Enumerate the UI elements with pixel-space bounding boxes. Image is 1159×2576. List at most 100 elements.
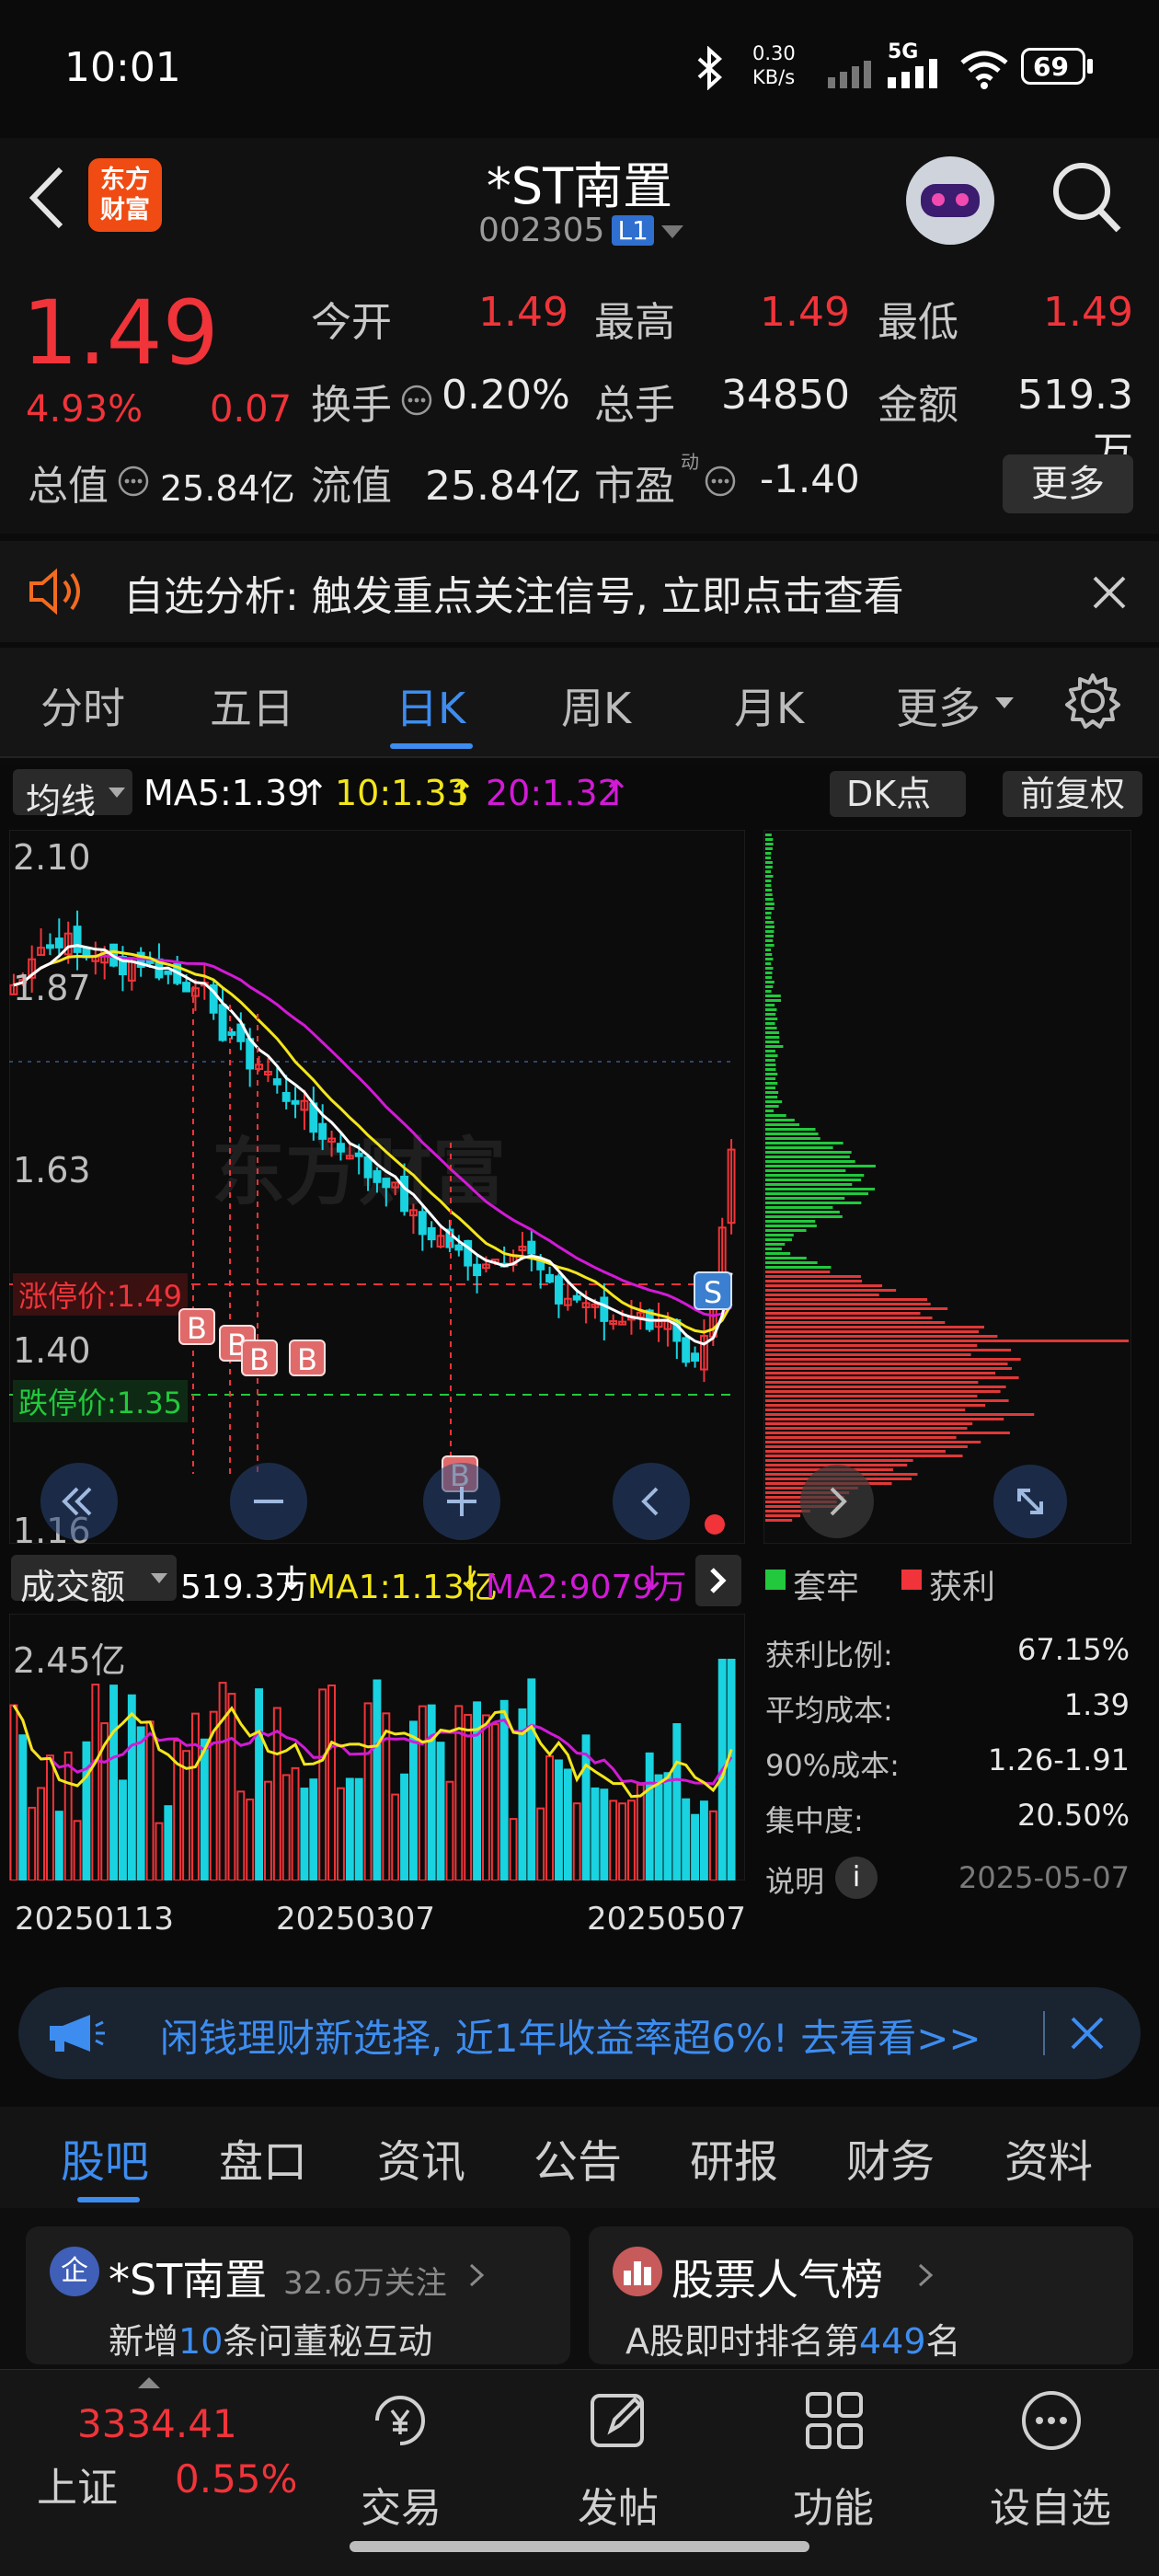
- level-badge: L1: [612, 215, 654, 246]
- tab-research[interactable]: 研报: [690, 2125, 778, 2190]
- ma5-legend: MA5:1.39: [143, 773, 310, 813]
- alert-banner[interactable]: 自选分析: 触发重点关注信号, 立即点击查看: [0, 541, 1159, 642]
- functions-grid-icon[interactable]: [802, 2388, 866, 2453]
- tab-profile[interactable]: 资料: [1004, 2125, 1093, 2190]
- scroll-right-button[interactable]: [800, 1465, 874, 1538]
- battery-tip: [1087, 59, 1093, 74]
- nav-post[interactable]: 发帖: [578, 2475, 659, 2534]
- post-edit-icon[interactable]: [587, 2388, 651, 2453]
- net-speed-value: 0.30: [752, 42, 796, 64]
- pe-superscript: 动: [681, 451, 699, 473]
- vol-ma1-arrow: ↓: [456, 1560, 485, 1598]
- megaphone-icon: [50, 2015, 105, 2052]
- index-change[interactable]: 0.55%: [175, 2456, 297, 2501]
- tab-announcements[interactable]: 公告: [534, 2125, 622, 2190]
- high-label: 最高: [594, 299, 675, 346]
- kline-chart-area: 均线 MA5:1.39 ↑ 10:1.33 ↑ 20:1.32 ↑ DK点 前复…: [0, 764, 1159, 1960]
- vol-ma2-arrow: ↓: [638, 1560, 667, 1598]
- indicator-select-label: 均线: [26, 781, 97, 822]
- info-icon[interactable]: i: [835, 1857, 878, 1899]
- chevron-right-icon: [830, 1487, 847, 1516]
- tab-news[interactable]: 资讯: [377, 2125, 465, 2190]
- tab-daily-k[interactable]: 日K: [396, 675, 465, 736]
- dk-point-button[interactable]: DK点: [830, 771, 966, 817]
- kline-main-chart[interactable]: 东方财富: [9, 830, 745, 1544]
- stock-code-row[interactable]: 002305 L1: [478, 212, 683, 249]
- low-label: 最低: [878, 299, 958, 346]
- status-time: 10:01: [64, 44, 181, 91]
- indicator-select[interactable]: 均线: [13, 769, 132, 822]
- buy-signal-marker[interactable]: B: [289, 1340, 326, 1377]
- close-icon[interactable]: [1069, 2015, 1106, 2052]
- active-info-tab-indicator: [77, 2197, 140, 2202]
- turnover-label: 换手: [311, 382, 392, 429]
- date-label-2: 20250307: [276, 1901, 436, 1938]
- profit-ratio-label: 获利比例:: [765, 1638, 893, 1673]
- tab-five-day[interactable]: 五日: [210, 675, 294, 736]
- status-bar: 10:01 0.30 KB/s 5G 69: [0, 0, 1159, 138]
- chip-distribution-chart[interactable]: [763, 830, 1131, 1544]
- date-label-3: 20250507: [587, 1901, 747, 1938]
- tab-more[interactable]: 更多: [896, 675, 981, 736]
- nav-functions[interactable]: 功能: [793, 2475, 874, 2534]
- chevron-right-icon: [918, 2263, 934, 2287]
- signal-icon-2: [888, 59, 937, 88]
- forum-desc-prefix: 新增: [109, 2321, 179, 2362]
- info-dots-icon[interactable]: [401, 385, 432, 416]
- scroll-left-button[interactable]: [613, 1463, 690, 1540]
- ma5-arrow: ↑: [300, 773, 329, 813]
- battery-icon: 69: [1021, 48, 1085, 85]
- buy-signal-marker[interactable]: B: [178, 1308, 215, 1346]
- zoom-in-button[interactable]: [423, 1463, 500, 1540]
- tab-intraday[interactable]: 分时: [40, 675, 125, 736]
- add-watchlist-icon[interactable]: [1019, 2388, 1084, 2453]
- info-dots-icon-3[interactable]: [705, 466, 736, 497]
- trade-yen-icon[interactable]: [368, 2388, 432, 2453]
- tab-monthly-k[interactable]: 月K: [734, 675, 804, 736]
- limit-up-label: 涨停价:1.49: [13, 1273, 189, 1316]
- popularity-card[interactable]: 股票人气榜 A股即时排名第449名: [589, 2226, 1133, 2364]
- home-indicator: [350, 2541, 809, 2552]
- volume-value: 34850: [721, 372, 850, 419]
- nav-trade[interactable]: 交易: [361, 2475, 442, 2534]
- promo-text: 闲钱理财新选择, 近1年收益率超6%! 去看看>>: [160, 2016, 981, 2061]
- pe-label: 市盈: [594, 463, 675, 510]
- search-icon[interactable]: [1050, 160, 1124, 237]
- volume-select-label: 成交额: [20, 1567, 126, 1607]
- sell-signal-marker[interactable]: S: [694, 1271, 732, 1310]
- rank-desc-prefix: A股即时排名第: [625, 2321, 859, 2362]
- collapse-arrow-icon: [138, 2377, 160, 2388]
- stock-header: 东方 财富 *ST南置 002305 L1: [0, 138, 1159, 276]
- buy-signal-marker[interactable]: B: [241, 1340, 278, 1377]
- info-dots-icon-2[interactable]: [118, 466, 149, 497]
- nav-add-watchlist[interactable]: 设自选: [990, 2475, 1111, 2534]
- volume-select[interactable]: 成交额: [11, 1555, 177, 1607]
- fullscreen-button[interactable]: [993, 1465, 1067, 1538]
- scroll-left-fast-button[interactable]: [40, 1463, 118, 1540]
- more-button[interactable]: 更多: [1003, 454, 1133, 513]
- tab-forum[interactable]: 股吧: [61, 2125, 149, 2190]
- cost-90-value: 1.26-1.91: [987, 1742, 1130, 1777]
- stock-code: 002305: [478, 212, 605, 249]
- settings-gear-icon[interactable]: [1063, 672, 1122, 730]
- index-value[interactable]: 3334.41: [77, 2401, 237, 2446]
- promo-bar[interactable]: 闲钱理财新选择, 近1年收益率超6%! 去看看>>: [18, 1987, 1141, 2079]
- restore-right-button[interactable]: 前复权: [1003, 771, 1142, 817]
- info-tabs: 股吧 盘口 资讯 公告 研报 财务 资料: [0, 2107, 1159, 2208]
- open-label: 今开: [311, 299, 392, 346]
- concentration-value: 20.50%: [1016, 1798, 1130, 1833]
- tab-order-book[interactable]: 盘口: [219, 2125, 307, 2190]
- legend-profit: 获利: [929, 1569, 996, 1606]
- forum-card[interactable]: 企 *ST南置 32.6万关注 新增10条问董秘互动: [26, 2226, 570, 2364]
- wifi-icon: [960, 51, 1008, 89]
- robot-assistant-icon[interactable]: [906, 156, 994, 245]
- expand-indicators-button[interactable]: [695, 1555, 741, 1606]
- tab-financials[interactable]: 财务: [846, 2125, 935, 2190]
- indicator-chevron-icon: [109, 788, 125, 798]
- ranking-icon: [613, 2247, 662, 2296]
- index-name[interactable]: 上证: [37, 2455, 118, 2513]
- close-icon[interactable]: [1091, 574, 1128, 611]
- tab-weekly-k[interactable]: 周K: [561, 675, 631, 736]
- vol-tick: 2.45亿: [13, 1640, 126, 1681]
- zoom-out-button[interactable]: [230, 1463, 307, 1540]
